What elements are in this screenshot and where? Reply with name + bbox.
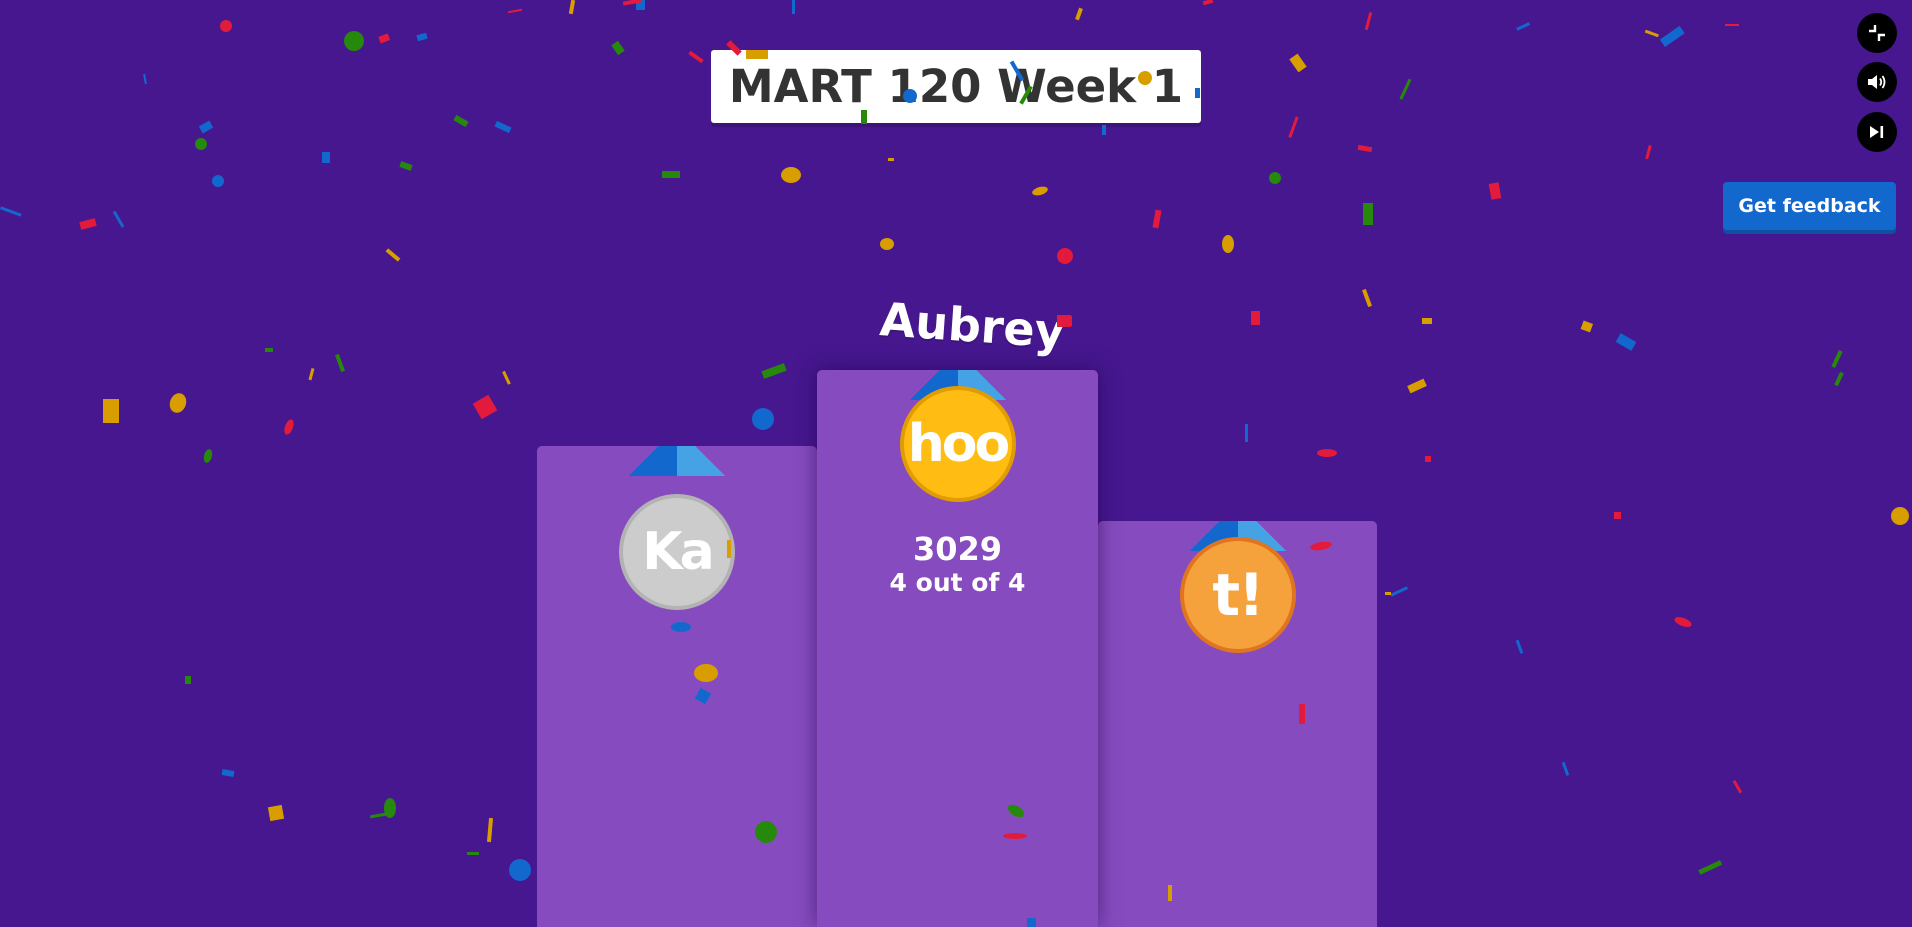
silver-medal: Ka <box>619 494 735 610</box>
medal-ribbon <box>627 446 727 476</box>
first-place-name: Aubrey <box>878 292 1067 359</box>
quiz-title: MART 120 Week 1 <box>711 50 1201 123</box>
silver-medal-text: Ka <box>642 522 714 582</box>
third-place-podium: t! <box>1098 521 1377 927</box>
second-place-podium: Ka <box>537 446 817 927</box>
get-feedback-button[interactable]: Get feedback <box>1723 182 1896 230</box>
first-place-podium: hoo 3029 4 out of 4 <box>817 370 1098 927</box>
gold-medal-text: hoo <box>907 414 1010 474</box>
fullscreen-exit-icon <box>1869 25 1885 41</box>
podium-screen: MART 120 Week 1 Get feedback Aubrey Ka h… <box>0 0 1912 927</box>
skip-button[interactable] <box>1857 112 1897 152</box>
first-place-points: 3029 <box>912 530 1003 568</box>
gold-medal: hoo <box>899 386 1016 502</box>
bronze-medal: t! <box>1179 537 1296 653</box>
first-place-correct-count: 4 out of 4 <box>889 568 1026 597</box>
fullscreen-button[interactable] <box>1857 13 1897 53</box>
sound-on-icon <box>1868 75 1886 89</box>
bronze-medal-text: t! <box>1212 561 1264 629</box>
sound-button[interactable] <box>1857 62 1897 102</box>
skip-next-icon <box>1870 126 1884 138</box>
